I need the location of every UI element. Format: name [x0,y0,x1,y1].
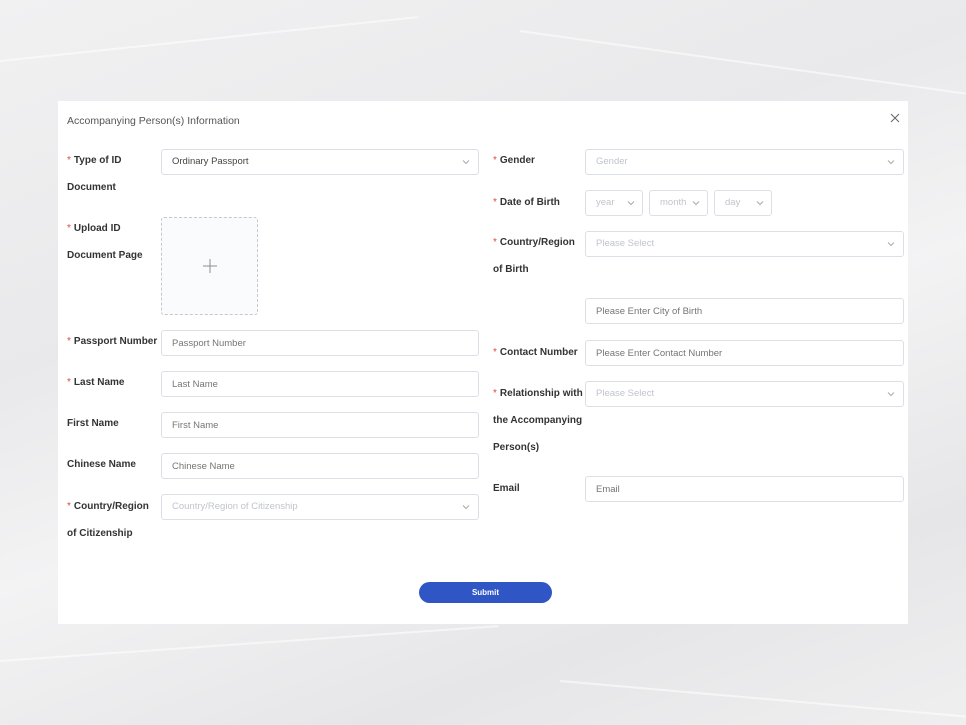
chevron-down-icon [887,241,895,247]
relationship-select[interactable]: Please Select [585,381,904,407]
birth-country-label-line2: of Birth [493,264,529,275]
birth-country-select[interactable]: Please Select [585,231,904,257]
chevron-down-icon [887,391,895,397]
chevron-down-icon [627,200,635,206]
gender-label: * Gender [493,155,535,166]
dob-day-select[interactable]: day [714,190,772,216]
dob-month-select[interactable]: month [649,190,708,216]
relationship-label-line2: the Accompanying [493,415,583,426]
plus-icon [203,259,217,273]
dialog-title: Accompanying Person(s) Information [67,115,240,127]
id-type-label: * Type of ID [67,155,122,166]
citizenship-select[interactable]: Country/Region of Citizenship [161,494,479,520]
last-name-input[interactable] [161,371,479,397]
dob-year-select[interactable]: year [585,190,643,216]
passport-number-input[interactable] [161,330,479,356]
relationship-label-line3: Person(s) [493,442,540,453]
contact-number-input[interactable] [585,340,904,366]
id-type-label-line2: Document [67,182,116,193]
chevron-down-icon [462,504,470,510]
upload-label: * Upload ID [67,223,121,234]
upload-id-page[interactable] [161,217,258,315]
relationship-label: * Relationship with [493,388,583,399]
citizenship-label-line2: of Citizenship [67,528,133,539]
email-label: Email [493,483,520,494]
chinese-name-input[interactable] [161,453,479,479]
id-type-select[interactable]: Ordinary Passport [161,149,479,175]
contact-number-label: * Contact Number [493,347,578,358]
first-name-label: First Name [67,418,119,429]
chevron-down-icon [887,159,895,165]
birth-city-input[interactable] [585,298,904,324]
close-icon[interactable] [888,111,902,125]
chinese-name-label: Chinese Name [67,459,136,470]
chevron-down-icon [462,159,470,165]
first-name-input[interactable] [161,412,479,438]
dob-label: * Date of Birth [493,197,560,208]
birth-country-label: * Country/Region [493,237,575,248]
email-input[interactable] [585,476,904,502]
chevron-down-icon [692,200,700,206]
accompanying-person-dialog: Accompanying Person(s) Information * Type… [58,101,908,624]
gender-select[interactable]: Gender [585,149,904,175]
submit-button[interactable]: Submit [419,582,552,603]
passport-number-label: * Passport Number [67,336,158,347]
citizenship-label: * Country/Region [67,501,149,512]
last-name-label: * Last Name [67,377,125,388]
upload-label-line2: Document Page [67,250,143,261]
chevron-down-icon [756,200,764,206]
